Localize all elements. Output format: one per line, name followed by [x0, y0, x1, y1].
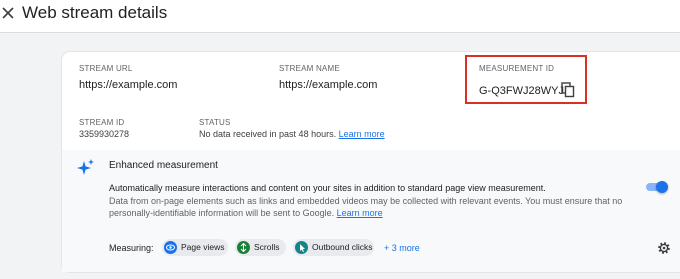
chip-outbound-clicks[interactable]: Outbound clicks — [293, 239, 374, 256]
status-text: No data received in past 48 hours. Learn… — [199, 129, 385, 139]
chip-label: Page views — [181, 242, 225, 252]
status-value: No data received in past 48 hours. — [199, 129, 337, 139]
status-label: STATUS — [199, 118, 231, 127]
enhanced-note: Data from on-page elements such as links… — [109, 195, 649, 219]
status-learn-more-link[interactable]: Learn more — [339, 129, 385, 139]
stream-url-label: STREAM URL — [79, 64, 133, 73]
chip-scrolls[interactable]: Scrolls — [235, 239, 286, 256]
chip-label: Scrolls — [254, 242, 280, 252]
close-icon[interactable] — [0, 5, 18, 23]
cursor-icon — [295, 241, 308, 254]
gear-icon[interactable] — [657, 241, 671, 255]
enhanced-measurement-toggle[interactable] — [646, 181, 668, 193]
chip-page-views[interactable]: Page views — [162, 239, 228, 256]
stream-id-label: STREAM ID — [79, 118, 125, 127]
enhanced-learn-more-link[interactable]: Learn more — [337, 208, 383, 218]
sparkle-icon — [77, 159, 94, 175]
measuring-label: Measuring: — [109, 243, 154, 253]
stream-id-value: 3359930278 — [79, 129, 130, 139]
page-title: Web stream details — [22, 3, 168, 22]
chip-label: Outbound clicks — [312, 242, 373, 252]
stream-url-value: https://example.com — [79, 79, 178, 91]
toggle-knob — [656, 181, 668, 193]
stream-name-label: STREAM NAME — [279, 64, 340, 73]
enhanced-description: Automatically measure interactions and c… — [109, 183, 546, 193]
enhanced-title: Enhanced measurement — [109, 160, 218, 171]
top-bar: Web stream details — [0, 0, 680, 33]
stream-name-value: https://example.com — [279, 79, 378, 91]
scroll-icon — [237, 241, 250, 254]
eye-icon — [164, 241, 177, 254]
measurement-id-highlight — [465, 55, 587, 104]
more-link[interactable]: + 3 more — [384, 243, 420, 253]
